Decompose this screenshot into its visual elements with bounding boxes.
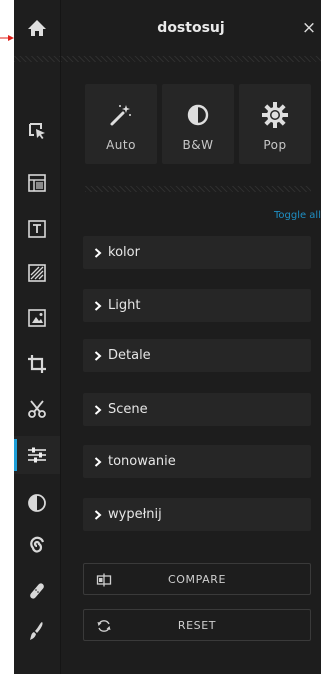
chevron-right-icon <box>94 404 102 415</box>
crop-tool-button[interactable] <box>14 345 60 383</box>
adjust-icon <box>28 447 46 463</box>
section-wypelnij[interactable]: wypełnij <box>83 498 311 531</box>
image-tool-button[interactable] <box>14 299 60 337</box>
tool-rail <box>14 0 61 674</box>
preset-label: Pop <box>263 138 287 152</box>
chevron-right-icon <box>94 456 102 467</box>
section-light[interactable]: Light <box>83 289 311 322</box>
section-tonowanie[interactable]: tonowanie <box>83 445 311 478</box>
rail-divider <box>14 56 60 62</box>
pointer-arrow-icon <box>0 35 14 41</box>
select-icon <box>29 123 45 139</box>
layout-icon <box>28 174 46 192</box>
brush-tool-button[interactable] <box>14 612 60 650</box>
adjust-panel: dostosuj × Auto B&W Pop Toggle all kolor… <box>61 0 321 674</box>
section-label: Scene <box>108 402 148 417</box>
adjust-tool-button[interactable] <box>14 436 60 474</box>
home-button[interactable] <box>14 0 60 56</box>
heal-tool-button[interactable] <box>14 572 60 610</box>
texture-icon <box>28 264 46 282</box>
magic-wand-icon <box>110 105 131 126</box>
section-label: kolor <box>108 245 140 260</box>
select-tool-button[interactable] <box>14 112 60 150</box>
contrast-icon <box>28 494 46 512</box>
cutout-icon <box>28 400 46 418</box>
image-icon <box>28 309 46 327</box>
preset-pop-button[interactable]: Pop <box>239 84 311 164</box>
chevron-right-icon <box>94 247 102 258</box>
presets-divider <box>85 186 311 192</box>
panel-title: dostosuj <box>157 20 225 36</box>
preset-label: Auto <box>106 138 136 152</box>
section-scene[interactable]: Scene <box>83 393 311 426</box>
reset-label: RESET <box>177 618 217 632</box>
chevron-right-icon <box>94 350 102 361</box>
brush-icon <box>30 622 43 640</box>
section-label: wypełnij <box>108 507 162 522</box>
preset-label: B&W <box>182 138 214 152</box>
compare-button[interactable]: COMPARE <box>83 563 311 595</box>
bandage-icon <box>30 583 44 599</box>
cutout-tool-button[interactable] <box>14 390 60 428</box>
section-kolor[interactable]: kolor <box>83 236 311 269</box>
crop-icon <box>28 355 46 373</box>
section-detale[interactable]: Detale <box>83 339 311 372</box>
text-icon <box>28 220 46 238</box>
header-divider <box>61 56 321 62</box>
compare-label: COMPARE <box>167 572 227 586</box>
contrast-icon <box>187 104 209 126</box>
close-button[interactable]: × <box>299 18 319 38</box>
preset-bw-button[interactable]: B&W <box>162 84 234 164</box>
section-label: Detale <box>108 348 151 363</box>
contrast-tool-button[interactable] <box>14 484 60 522</box>
sun-gear-icon <box>262 102 288 128</box>
section-label: Light <box>108 298 141 313</box>
spiral-icon <box>30 536 45 553</box>
texture-tool-button[interactable] <box>14 254 60 292</box>
chevron-right-icon <box>94 300 102 311</box>
reset-button[interactable]: RESET <box>83 609 311 641</box>
chevron-right-icon <box>94 509 102 520</box>
section-label: tonowanie <box>108 454 176 469</box>
home-icon <box>28 20 46 36</box>
preset-auto-button[interactable]: Auto <box>85 84 157 164</box>
preset-buttons: Auto B&W Pop <box>85 84 311 164</box>
spiral-tool-button[interactable] <box>14 527 60 565</box>
layout-tool-button[interactable] <box>14 164 60 202</box>
editor-app: dostosuj × Auto B&W Pop Toggle all kolor… <box>14 0 321 674</box>
toggle-all-link[interactable]: Toggle all <box>274 210 321 221</box>
text-tool-button[interactable] <box>14 210 60 248</box>
